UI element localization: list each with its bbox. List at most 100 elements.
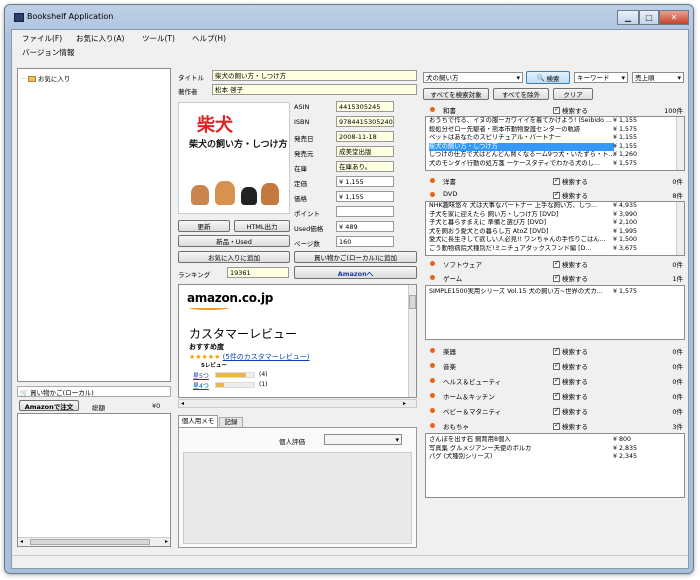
search-checkbox[interactable]: 検索する: [553, 361, 588, 371]
release-date-field[interactable]: 2008-11-18: [336, 131, 394, 142]
review-hscrollbar[interactable]: ◂ ▸: [178, 399, 417, 408]
html-output-button[interactable]: HTML出力: [234, 220, 290, 232]
review-vscrollbar[interactable]: [408, 285, 416, 397]
list-item[interactable]: おうちで作る、イヌの服ーカワイイを着てかけよう! (Seibido ... ¥ 1…: [426, 117, 684, 126]
personal-rating-select[interactable]: [324, 434, 402, 445]
search-input[interactable]: 犬の飼い方: [423, 72, 523, 83]
list-item[interactable]: 子犬と暮らすまえに 準備と選び方 [DVD] ¥ 2,100: [426, 219, 684, 228]
search-checkbox[interactable]: 検索する: [553, 421, 588, 431]
search-button[interactable]: 🔍 検索: [526, 71, 570, 84]
sort-select[interactable]: 売上順: [632, 72, 684, 83]
toys-list[interactable]: さんぽを出す石 飼育用8個入 ¥ 800 写真集 グルメジアンー天使のポルカ ¥ 2,…: [425, 433, 685, 498]
publisher-label: 発売元: [294, 150, 314, 158]
scroll-left-icon[interactable]: ◂: [181, 400, 184, 407]
tab-record[interactable]: 記録: [219, 417, 243, 427]
star4-link[interactable]: 星4つ: [193, 381, 209, 390]
list-item[interactable]: 犬のモンダイ行動の処方箋 ーケースタディでわかる犬のし... ¥ 1,575: [426, 160, 684, 169]
maximize-button[interactable]: □: [639, 10, 659, 25]
list-item[interactable]: 柴犬の飼い方・しつけ方 ¥ 1,155: [426, 142, 684, 152]
update-button[interactable]: 更新: [178, 220, 230, 232]
item-title: NHK趣味悠々 犬は大事なパートナー 上手な飼い方、しつ...: [429, 202, 598, 209]
add-favorite-button[interactable]: お気に入りに追加: [178, 251, 290, 263]
scroll-right-icon[interactable]: ▸: [403, 400, 406, 407]
list-item[interactable]: SIMPLE1500実用シリーズ Vol.15 犬の飼い方~世界の犬カ... ¥ …: [426, 288, 684, 297]
list-item[interactable]: NHK趣味悠々 犬は大事なパートナー 上手な飼い方、しつ... ¥ 4,935: [426, 202, 684, 211]
price-field[interactable]: ¥ 1,155: [336, 191, 394, 202]
amazon-button[interactable]: Amazonへ: [294, 266, 417, 279]
item-title: ごう動物病院犬種別だ!ミニチュアダックスフンド編 [D...: [429, 244, 592, 252]
isbn-field[interactable]: 9784415305240: [336, 116, 394, 127]
used-price-field[interactable]: ¥ 489: [336, 221, 394, 232]
search-checkbox[interactable]: 検索する: [553, 176, 588, 186]
star5-link[interactable]: 星5つ: [193, 371, 209, 380]
review-count-link[interactable]: (5件のカスタマーレビュー): [223, 353, 310, 361]
list-item[interactable]: パグ (犬種別シリーズ) ¥ 2,345: [426, 453, 684, 462]
list-item[interactable]: 犬を飼おう愛犬との暮らし方 AtoZ [DVD] ¥ 1,995: [426, 228, 684, 237]
memo-textarea[interactable]: [183, 452, 412, 544]
search-checkbox[interactable]: 検索する: [553, 406, 588, 416]
books-vscrollbar[interactable]: [676, 117, 684, 170]
search-checkbox[interactable]: 検索する: [553, 259, 588, 269]
search-mode-select[interactable]: キーワード: [574, 72, 628, 83]
add-cart-button[interactable]: 買い物かご(ローカル)に追加: [294, 251, 417, 263]
list-item[interactable]: さんぽを出す石 飼育用8個入 ¥ 800: [426, 436, 684, 445]
scroll-left-icon[interactable]: ◂: [20, 538, 23, 545]
books-jp-list[interactable]: おうちで作る、イヌの服ーカワイイを着てかけよう! (Seibido ... ¥ 1…: [425, 116, 685, 171]
scroll-right-icon[interactable]: ▸: [165, 538, 168, 545]
tab-personal-memo[interactable]: 個人用メモ: [178, 415, 218, 427]
pages-field[interactable]: 160: [336, 236, 394, 247]
cart-list[interactable]: ◂ ▸: [17, 413, 171, 547]
clear-button[interactable]: クリア: [553, 88, 593, 100]
star5-count: (4): [259, 371, 268, 378]
list-item[interactable]: 殺処分ゼロー先駆者・熊本市動物愛護センターの軌跡 ¥ 1,575: [426, 126, 684, 135]
list-item[interactable]: 愛犬に長生きして欲しい人必見!! ワンちゃんの手作りごはん... ¥ 1,500: [426, 236, 684, 245]
list-item[interactable]: しつけの仕方で犬はどんどん賢くなるーム9つ犬・いたずら・ト... ¥ 1,260: [426, 151, 684, 160]
list-item[interactable]: ごう動物病院犬種別だ!ミニチュアダックスフンド編 [D... ¥ 3,675: [426, 245, 684, 254]
search-checkbox[interactable]: 検索する: [553, 273, 588, 283]
new-used-button[interactable]: 新品・Used: [178, 235, 290, 247]
search-checkbox[interactable]: 検索する: [553, 391, 588, 401]
publisher-field[interactable]: 成美堂出版: [336, 146, 394, 157]
category-count: 3件: [672, 423, 683, 431]
exclude-all-button[interactable]: すべてを除外: [493, 88, 549, 100]
menu-tools[interactable]: ツール(T): [142, 33, 175, 44]
app-icon: [14, 13, 24, 22]
search-checkbox[interactable]: 検索する: [553, 105, 588, 115]
category-dot-icon: [430, 393, 435, 398]
dvd-vscrollbar[interactable]: [676, 202, 684, 255]
search-checkbox[interactable]: 検索する: [553, 376, 588, 386]
review-browser[interactable]: amazon.co.jp カスタマーレビュー おすすめ度 ★★★★★ (5件のカ…: [178, 284, 417, 398]
stock-field[interactable]: 在庫あり。: [336, 161, 394, 172]
point-field[interactable]: [336, 206, 394, 217]
list-item[interactable]: 写真集 グルメジアンー天使のポルカ ¥ 2,835: [426, 445, 684, 454]
book-cover: 柴犬 柴犬の飼い方・しつけ方: [178, 102, 290, 214]
menu-favorites[interactable]: お気に入り(A): [76, 33, 124, 44]
search-checkbox[interactable]: 検索する: [553, 346, 588, 356]
menu-file[interactable]: ファイル(F): [22, 33, 62, 44]
author-field[interactable]: 松本 啓子: [212, 84, 417, 95]
list-item[interactable]: 子犬を家に迎えたら 飼い方・しつけ方 [DVD] ¥ 3,990: [426, 211, 684, 220]
scroll-thumb[interactable]: [409, 295, 416, 309]
dvd-list[interactable]: NHK趣味悠々 犬は大事なパートナー 上手な飼い方、しつ... ¥ 4,935 子犬…: [425, 201, 685, 256]
select-all-targets-button[interactable]: すべてを検索対象: [423, 88, 489, 100]
ranking-field[interactable]: 19361: [227, 267, 289, 278]
games-list[interactable]: SIMPLE1500実用シリーズ Vol.15 犬の飼い方~世界の犬カ... ¥ …: [425, 285, 685, 340]
scroll-thumb[interactable]: [30, 539, 150, 545]
minimize-button[interactable]: ▁: [617, 10, 639, 25]
favorites-tree[interactable]: ┄ お気に入り: [17, 68, 171, 382]
tree-item-favorites[interactable]: ┄ お気に入り: [22, 73, 70, 83]
list-price-field[interactable]: ¥ 1,155: [336, 176, 394, 187]
cart-hscrollbar[interactable]: ◂ ▸: [18, 537, 170, 546]
title-field[interactable]: 柴犬の飼い方・しつけ方: [212, 70, 417, 81]
menu-version[interactable]: バージョン情報: [22, 47, 74, 58]
item-price: ¥ 1,575: [613, 288, 638, 295]
amazon-order-button[interactable]: Amazonで注文: [19, 400, 79, 411]
search-icon: 🔍: [536, 73, 545, 82]
close-button[interactable]: ✕: [659, 10, 689, 25]
cart-header: 🛒 買い物かご(ローカル): [17, 386, 171, 397]
list-item[interactable]: ペットはあなたのスピリチュアル・パートナー ¥ 1,155: [426, 134, 684, 143]
category-instruments: 楽器 検索する 0件: [425, 345, 685, 356]
menu-help[interactable]: ヘルプ(H): [192, 33, 226, 44]
search-checkbox[interactable]: 検索する: [553, 190, 588, 200]
asin-field[interactable]: 4415305245: [336, 101, 394, 112]
